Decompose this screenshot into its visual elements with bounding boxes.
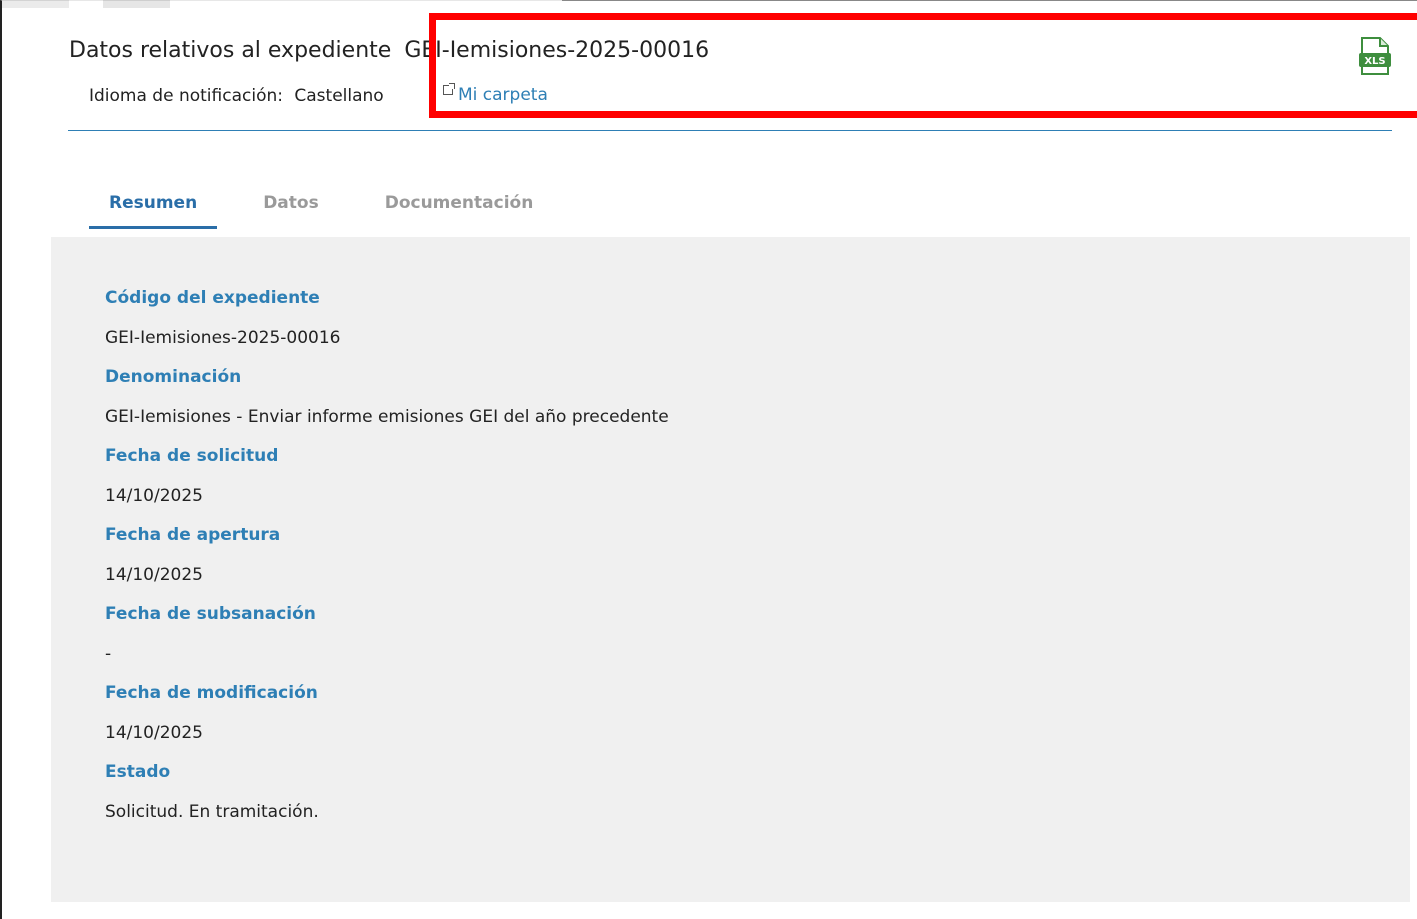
expedient-code-title: GEI-Iemisiones-2025-00016 (404, 38, 710, 63)
external-link-icon (443, 83, 455, 95)
svg-text:XLS: XLS (1364, 56, 1385, 67)
xls-file-icon[interactable]: XLS (1358, 37, 1392, 75)
language-value: Castellano (294, 86, 384, 106)
tab-documentacion[interactable]: Documentación (365, 185, 554, 229)
field-label-fecha-subsanacion: Fecha de subsanación (105, 604, 316, 624)
background-decoration (2, 0, 562, 8)
tab-resumen[interactable]: Resumen (89, 185, 218, 229)
page-title: Datos relativos al expediente GEI-Iemisi… (69, 38, 709, 63)
field-label-denominacion: Denominación (105, 367, 242, 387)
language-label: Idioma de notificación: (89, 86, 283, 106)
summary-fields: Código del expediente GEI-Iemisiones-202… (105, 285, 669, 838)
title-prefix: Datos relativos al expediente (69, 38, 392, 63)
mi-carpeta-label: Mi carpeta (458, 85, 548, 105)
field-label-fecha-solicitud: Fecha de solicitud (105, 446, 279, 466)
field-value-fecha-solicitud: 14/10/2025 (105, 485, 203, 506)
field-value-fecha-modificacion: 14/10/2025 (105, 722, 203, 743)
header-divider (68, 130, 1392, 131)
tab-datos[interactable]: Datos (243, 185, 339, 229)
mi-carpeta-link[interactable]: Mi carpeta (443, 83, 548, 105)
field-label-estado: Estado (105, 762, 171, 782)
field-value-fecha-subsanacion: - (105, 643, 112, 664)
field-label-fecha-apertura: Fecha de apertura (105, 525, 281, 545)
field-value-estado: Solicitud. En tramitación. (105, 801, 319, 822)
summary-panel: Código del expediente GEI-Iemisiones-202… (51, 237, 1410, 902)
notification-language: Idioma de notificación: Castellano (89, 86, 384, 106)
field-label-fecha-modificacion: Fecha de modificación (105, 683, 318, 703)
field-value-codigo: GEI-Iemisiones-2025-00016 (105, 327, 341, 348)
tab-bar: Resumen Datos Documentación (89, 185, 579, 229)
field-value-fecha-apertura: 14/10/2025 (105, 564, 203, 585)
field-label-codigo: Código del expediente (105, 288, 320, 308)
field-value-denominacion: GEI-Iemisiones - Enviar informe emisione… (105, 406, 669, 427)
